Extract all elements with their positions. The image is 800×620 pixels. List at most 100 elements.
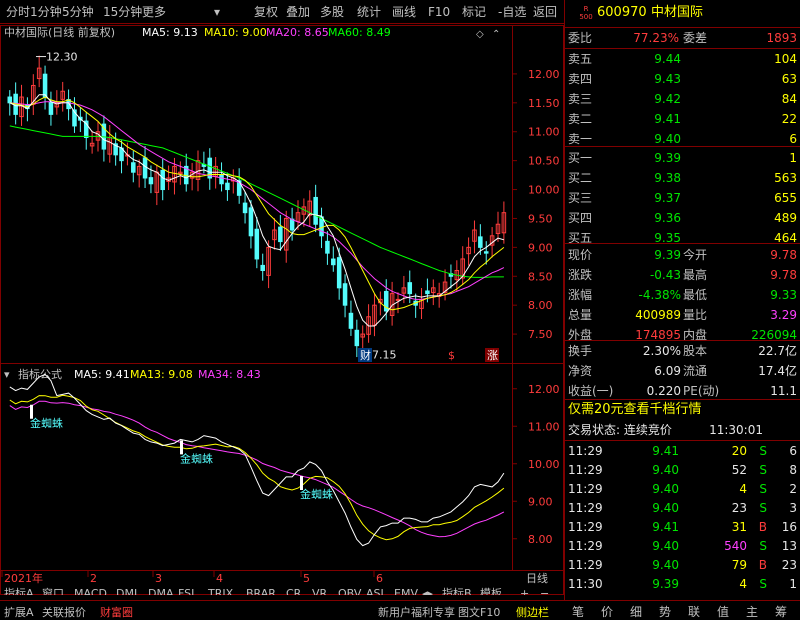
indicator-tab-3[interactable]: DMI [116,587,137,595]
quote-tab-7[interactable]: 筹 [775,603,787,620]
indicator-tab-13[interactable]: 指标B [442,586,472,595]
sell-price: 9.41 [654,112,681,126]
plus-icon: + [520,587,529,595]
indicator-tab-11[interactable]: ASI [366,587,384,595]
top-toolbar: 分时 1分钟 5分钟 15分钟 更多 ▾ 复权 叠加 多股 统计 画线 F10 标记 -自选 返回 [0,0,564,24]
quote-tab-2[interactable]: 细 [630,603,642,620]
x-label: 3 [155,572,162,585]
fund-value-2: 17.4亿 [758,364,797,378]
toolbar-3[interactable]: 15分钟 [103,4,142,20]
bottom-link-5[interactable]: 侧边栏 [516,604,549,620]
stock-code: 600970 [597,5,647,20]
indicator-tab-4[interactable]: DMA [148,587,174,595]
candle-body [289,218,295,231]
more-dropdown-icon[interactable]: ▾ [214,4,220,20]
indicator-tab-1[interactable]: 窗口 [42,586,64,595]
bottom-link-4[interactable]: 图文F10 [458,604,500,620]
candle-body [425,290,430,295]
fund-label: 净资 [568,364,593,378]
event-marker-1: $ [448,349,455,362]
tick-volume: 540 [724,539,747,553]
toolbar-2[interactable]: 5分钟 [62,4,94,20]
sell-price: 9.43 [654,72,681,86]
indicator-tab-6[interactable]: TRIX [207,587,234,595]
pane1-legend-ma5: MA5: 9.13 [142,26,198,39]
tick-row-1: 11:29 9.40 52 S 8 [565,460,800,480]
toolbar-12[interactable]: -自选 [498,4,526,20]
indicator-tab-5[interactable]: FSL [178,587,198,595]
tick-row-6: 11:29 9.40 79 B 23 [565,555,800,575]
candle-body [254,228,260,260]
stat-row-0: 现价 9.39 今开 9.78 [565,245,800,265]
promo-row: 仅需20元查看千档行情 [565,400,800,420]
indicator-tab-7[interactable]: BRAR [246,587,276,595]
stat-row-3: 总量 400989 量比 3.29 [565,305,800,325]
tick-volume: 31 [731,520,747,534]
toolbar-5[interactable]: 复权 [254,4,278,20]
fund-row-1: 净资 6.09 流通 17.4亿 [565,361,800,381]
y-tick-label: 10.50 [528,155,560,168]
tick-count: 13 [781,539,797,553]
toolbar-11[interactable]: 标记 [462,4,486,20]
bottom-link-0[interactable]: 扩展A [4,604,34,620]
buy-volume: 563 [774,171,797,185]
buy-level-2: 买三 9.37 655 [565,188,800,208]
stat-label-2: 最低 [683,288,708,302]
quote-tab-3[interactable]: 势 [659,603,671,620]
weicha-label: 委差 [683,31,708,45]
tick-side: S [759,539,767,553]
indicator-tab-2[interactable]: MACD [74,587,107,595]
toolbar-13[interactable]: 返回 [533,4,557,20]
sell-price: 9.40 [654,132,681,146]
toolbar-0[interactable]: 分时 [6,4,30,20]
toolbar-10[interactable]: F10 [428,4,450,20]
indicator-tab-14[interactable]: 模板 [480,586,502,595]
indicator-tab-12[interactable]: EMV [394,587,418,595]
period-label: 日线 [526,571,548,585]
candle-body [478,236,483,248]
stock-name: 中材国际 [651,5,704,20]
toolbar-8[interactable]: 统计 [357,4,381,20]
quote-tab-1[interactable]: 价 [601,603,613,620]
stat-label: 现价 [568,248,593,262]
ind-ma34-line [9,400,505,538]
bottom-link-1[interactable]: 关联报价 [42,604,86,620]
tick-price: 9.40 [652,482,679,496]
toolbar-4[interactable]: 更多 [142,4,166,20]
candle-body [348,312,354,329]
fund-value-2: 22.7亿 [758,344,797,358]
fund-label: 换手 [568,344,593,358]
toolbar-7[interactable]: 多股 [320,4,344,20]
quote-tab-0[interactable]: 笔 [572,603,584,620]
fund-label: 收益(一) [568,384,614,398]
y2-tick-label: 10.00 [528,458,560,471]
bottom-link-2[interactable]: 财富圈 [100,604,133,620]
bottom-link-3[interactable]: 新用户福利专享 [378,604,455,620]
indicator-tab-8[interactable]: CR [286,587,302,595]
sell-level-2: 卖三 9.42 84 [565,89,800,109]
stat-row-1: 涨跌 -0.43 最高 9.78 [565,265,800,285]
quote-tab-6[interactable]: 主 [746,603,758,620]
buy-label: 买一 [568,151,593,165]
indicator-tab-10[interactable]: OBV [338,587,362,595]
promo-link[interactable]: 仅需20元查看千档行情 [568,403,702,417]
indicator-tab-9[interactable]: VR [312,587,328,595]
tick-row-0: 11:29 9.41 20 S 6 [565,441,800,461]
fund-value: 6.09 [654,364,681,378]
stat-value: -0.43 [649,268,681,282]
stat-value: 400989 [635,308,681,322]
buy-label: 买二 [568,171,593,185]
event-marker-0: 财 [360,348,371,362]
webi-label: 委比 [568,31,593,45]
quote-tab-4[interactable]: 联 [688,603,700,620]
golden-spider-label-0: 金蜘蛛 [30,416,63,430]
tick-time: 11:29 [568,482,603,496]
tick-time: 11:29 [568,539,603,553]
chart-area: 中材国际(日线 前复权) MA5: 9.13 MA10: 9.00 MA20: 8.6… [0,25,564,595]
toolbar-9[interactable]: 画线 [392,4,416,20]
toolbar-6[interactable]: 叠加 [286,4,310,20]
buy-volume: 489 [774,211,797,225]
indicator-tab-0[interactable]: 指标A [4,586,34,595]
quote-tab-5[interactable]: 值 [717,603,729,620]
toolbar-1[interactable]: 1分钟 [30,4,62,20]
